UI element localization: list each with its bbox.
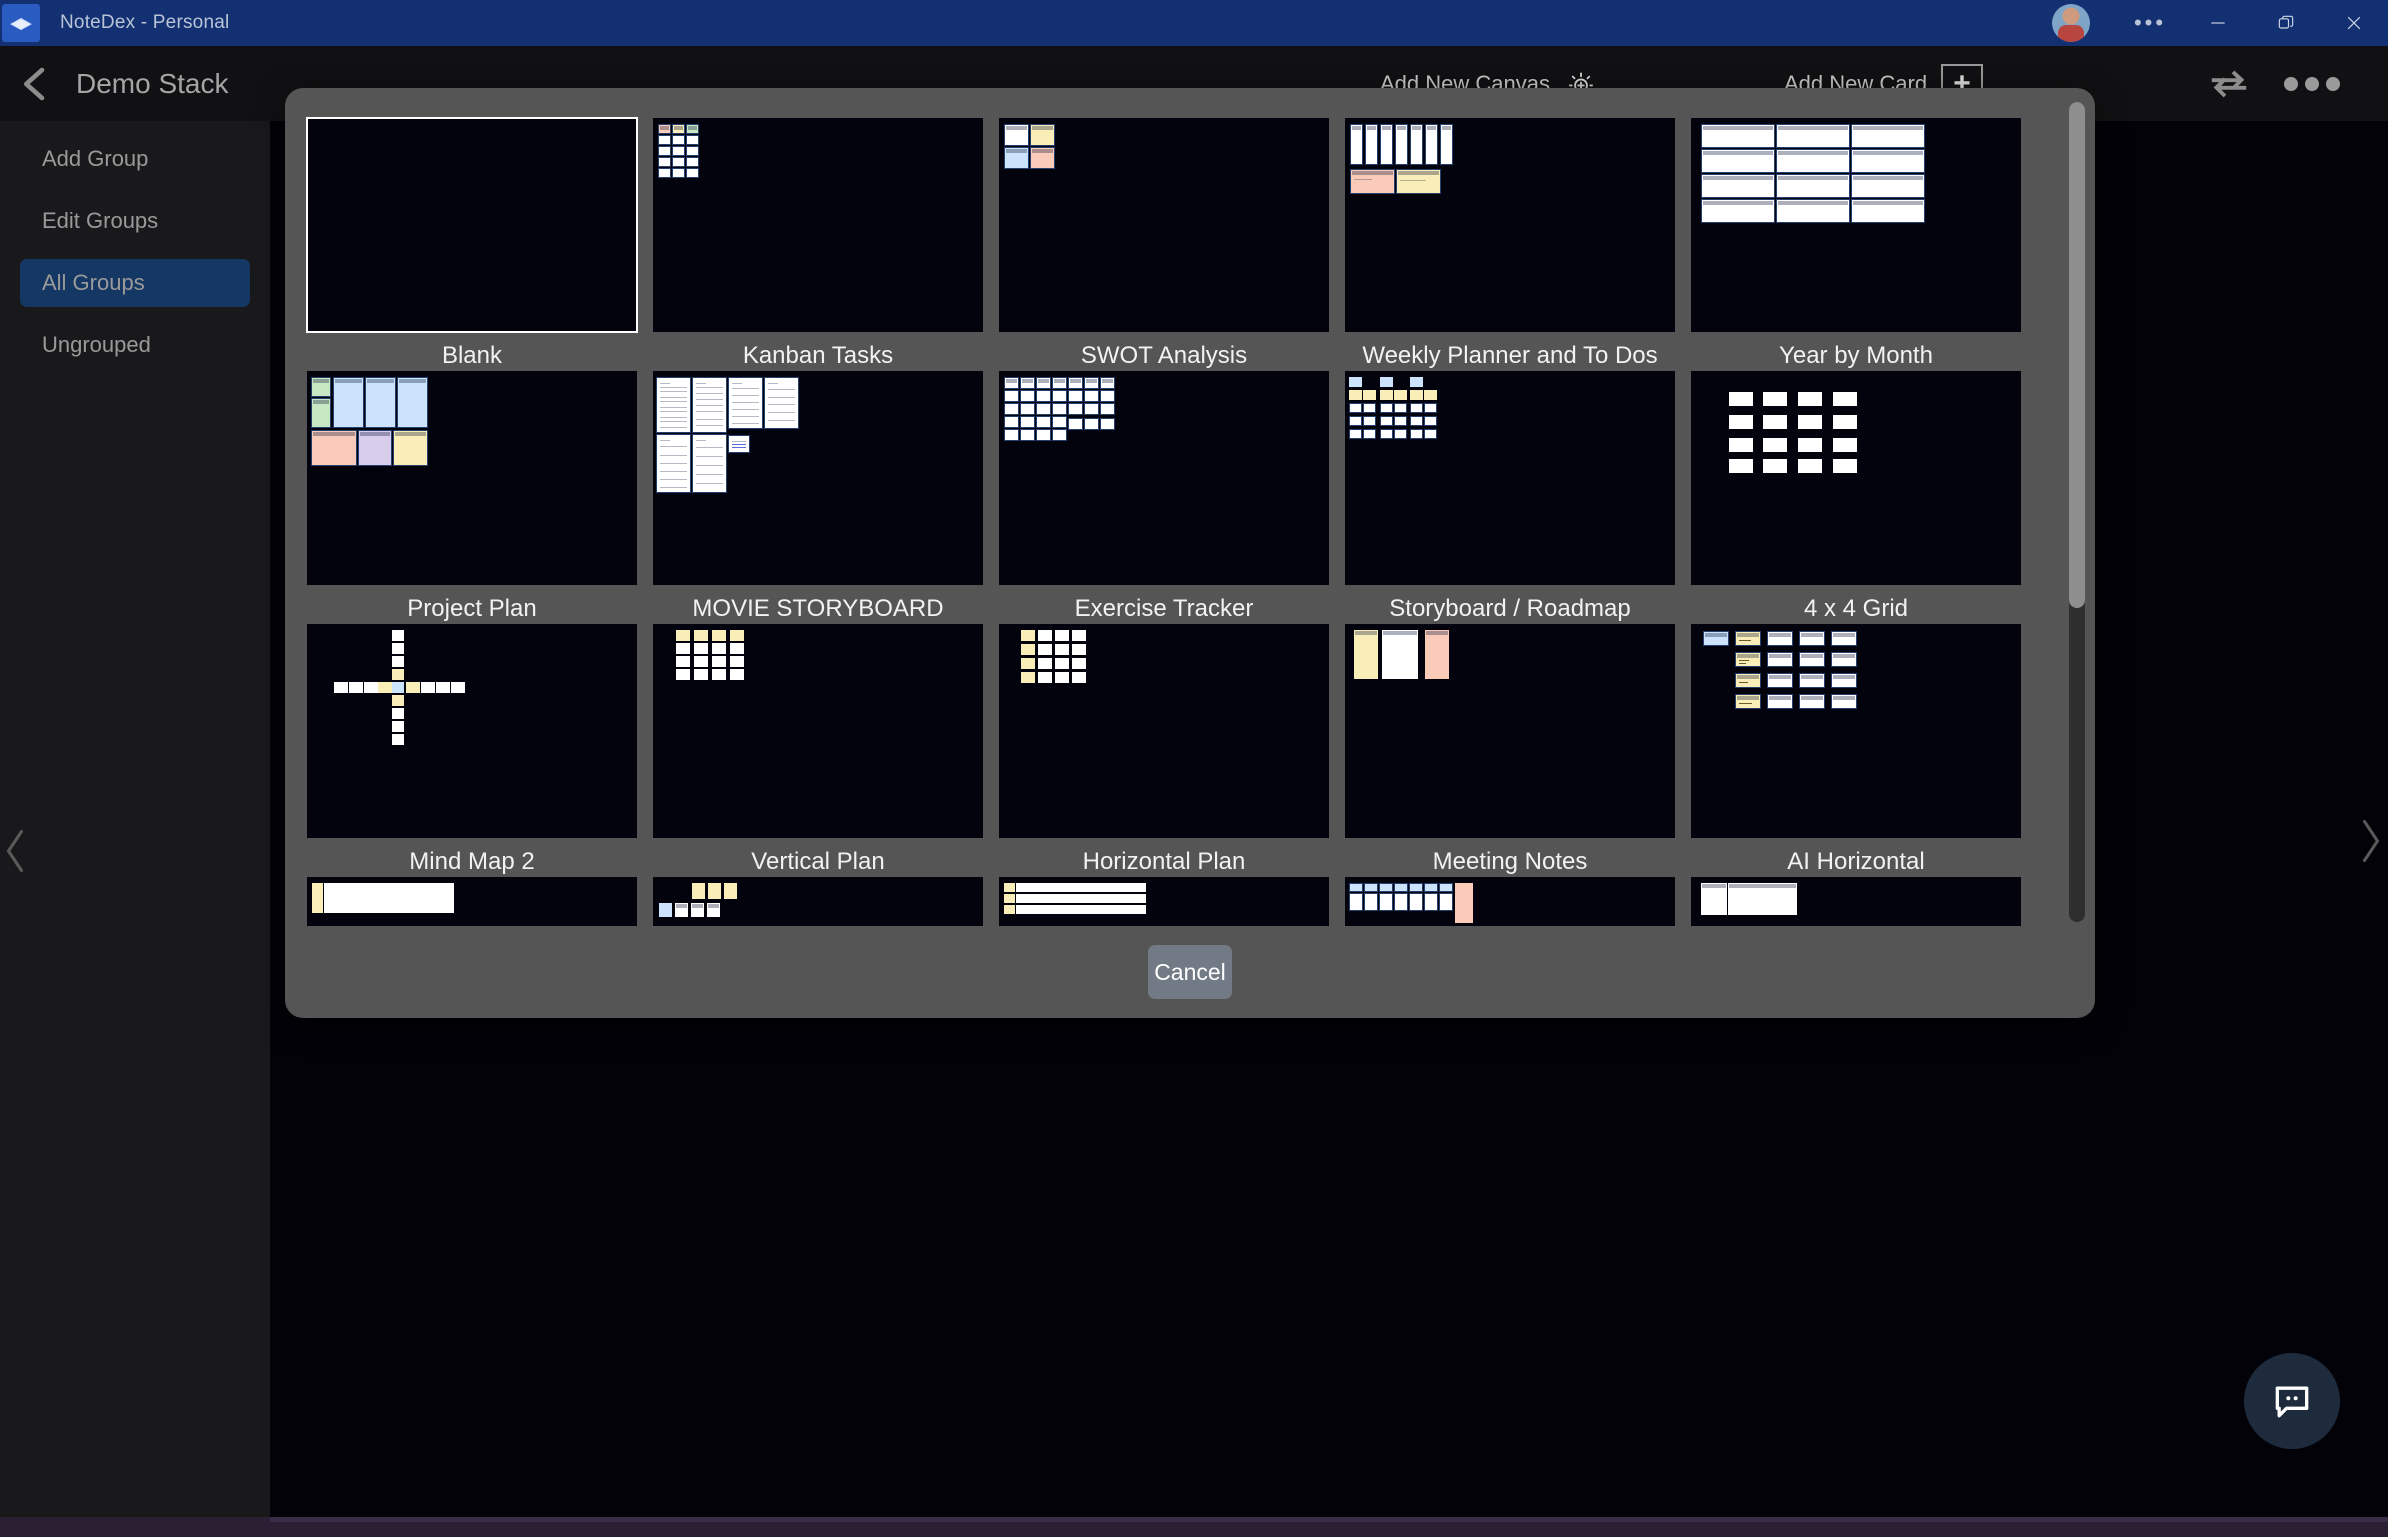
template-thumbnail [653,371,983,585]
template-label: Storyboard / Roadmap [1389,595,1631,622]
restore-icon[interactable] [2252,0,2320,46]
collapse-right-chevron-icon[interactable] [2358,815,2384,867]
template-tile-kanban-tasks[interactable]: Kanban Tasks [653,118,999,371]
template-thumbnail [653,118,983,332]
template-thumbnail [1345,118,1675,332]
template-label: Horizontal Plan [1082,848,1246,875]
template-tile-year-by-month[interactable]: Year by Month [1691,118,2037,371]
app-title: NoteDex - Personal [60,12,230,33]
sidebar-item-label: Edit Groups [42,208,159,233]
template-tile-weekly-planner[interactable]: Weekly Planner and To Dos [1345,118,1691,371]
header-actions [2206,46,2388,121]
template-label: Exercise Tracker [1074,595,1254,622]
template-thumbnail [1691,118,2021,332]
template-thumbnail [1691,371,2021,585]
template-tile-ai-horizontal[interactable]: AI Horizontal [1691,624,2037,877]
template-thumbnail [1691,877,2021,926]
template-thumbnail [999,877,1329,926]
template-thumbnail [999,118,1329,332]
template-thumbnail [306,117,638,333]
template-thumbnail [307,624,637,838]
notedex-logo-icon [2,4,40,42]
template-label: Meeting Notes [1432,848,1588,875]
template-thumbnail [653,624,983,838]
template-thumbnail [1691,624,2021,838]
template-grid-scroll[interactable]: Blank Kanban Tasks SWOT Analysis Weekly … [285,100,2095,926]
template-tile-row4-5[interactable] [1691,877,2037,926]
template-thumbnail [307,371,637,585]
template-tile-4x4-grid[interactable]: 4 x 4 Grid [1691,371,2037,624]
template-tile-row4-2[interactable] [653,877,999,926]
overflow-menu-icon[interactable] [2284,76,2340,91]
template-tile-swot-analysis[interactable]: SWOT Analysis [999,118,1345,371]
template-label: Mind Map 2 [409,848,535,875]
template-label: Weekly Planner and To Dos [1362,342,1658,369]
minimize-icon[interactable] [2184,0,2252,46]
window-more-icon[interactable]: ••• [2116,0,2184,46]
template-label: Blank [441,342,503,369]
app-window: NoteDex - Personal ••• Demo Stack Add Ne… [0,0,2388,1537]
template-tile-row4-4[interactable] [1345,877,1691,926]
cancel-button[interactable]: Cancel [1148,945,1232,999]
template-tile-meeting-notes[interactable]: Meeting Notes [1345,624,1691,877]
template-grid: Blank Kanban Tasks SWOT Analysis Weekly … [285,100,2095,926]
template-label: Vertical Plan [751,848,885,875]
dialog-footer: Cancel [285,926,2095,1018]
sidebar-item-all-groups[interactable]: All Groups [20,259,250,307]
template-thumbnail [1345,371,1675,585]
sidebar-item-label: All Groups [42,270,145,295]
bottom-strip [0,1517,2388,1537]
sidebar-item-add-group[interactable]: Add Group [20,135,250,183]
template-label: Year by Month [1779,342,1933,369]
template-tile-project-plan[interactable]: Project Plan [307,371,653,624]
template-tile-horizontal-plan[interactable]: Horizontal Plan [999,624,1345,877]
close-icon[interactable] [2320,0,2388,46]
sidebar-item-label: Ungrouped [42,332,151,357]
template-tile-exercise-tracker[interactable]: Exercise Tracker [999,371,1345,624]
template-label: MOVIE STORYBOARD [692,595,944,622]
sidebar-item-ungrouped[interactable]: Ungrouped [20,321,250,369]
template-tile-mind-map-2[interactable]: Mind Map 2 [307,624,653,877]
sync-refresh-icon[interactable] [2206,61,2252,107]
template-label: Project Plan [407,595,537,622]
template-thumbnail [653,877,983,926]
user-avatar[interactable] [2052,4,2090,42]
template-label: SWOT Analysis [1080,342,1248,369]
window-title-bar: NoteDex - Personal ••• [0,0,2388,46]
template-thumbnail [999,624,1329,838]
template-tile-row4-1[interactable] [307,877,653,926]
sidebar-item-edit-groups[interactable]: Edit Groups [20,197,250,245]
template-label: 4 x 4 Grid [1803,595,1909,622]
template-label: AI Horizontal [1787,848,1925,875]
template-picker-dialog: Blank Kanban Tasks SWOT Analysis Weekly … [285,88,2095,1018]
template-tile-vertical-plan[interactable]: Vertical Plan [653,624,999,877]
scrollbar-thumb[interactable] [2069,102,2085,608]
template-tile-blank[interactable]: Blank [306,117,653,371]
template-thumbnail [1345,877,1675,926]
back-chevron-icon[interactable] [14,63,56,105]
page-title: Demo Stack [76,67,229,99]
collapse-left-chevron-icon[interactable] [2,825,28,877]
template-tile-storyboard-roadmap[interactable]: Storyboard / Roadmap [1345,371,1691,624]
template-thumbnail [999,371,1329,585]
sidebar-item-label: Add Group [42,146,149,171]
chat-bubble-icon[interactable] [2244,1353,2340,1449]
template-thumbnail [307,877,637,926]
template-thumbnail [1345,624,1675,838]
template-tile-row4-3[interactable] [999,877,1345,926]
sidebar: Add Group Edit Groups All Groups Ungroup… [0,121,270,1517]
template-label: Kanban Tasks [742,342,894,369]
template-tile-movie-storyboard[interactable]: MOVIE STORYBOARD [653,371,999,624]
